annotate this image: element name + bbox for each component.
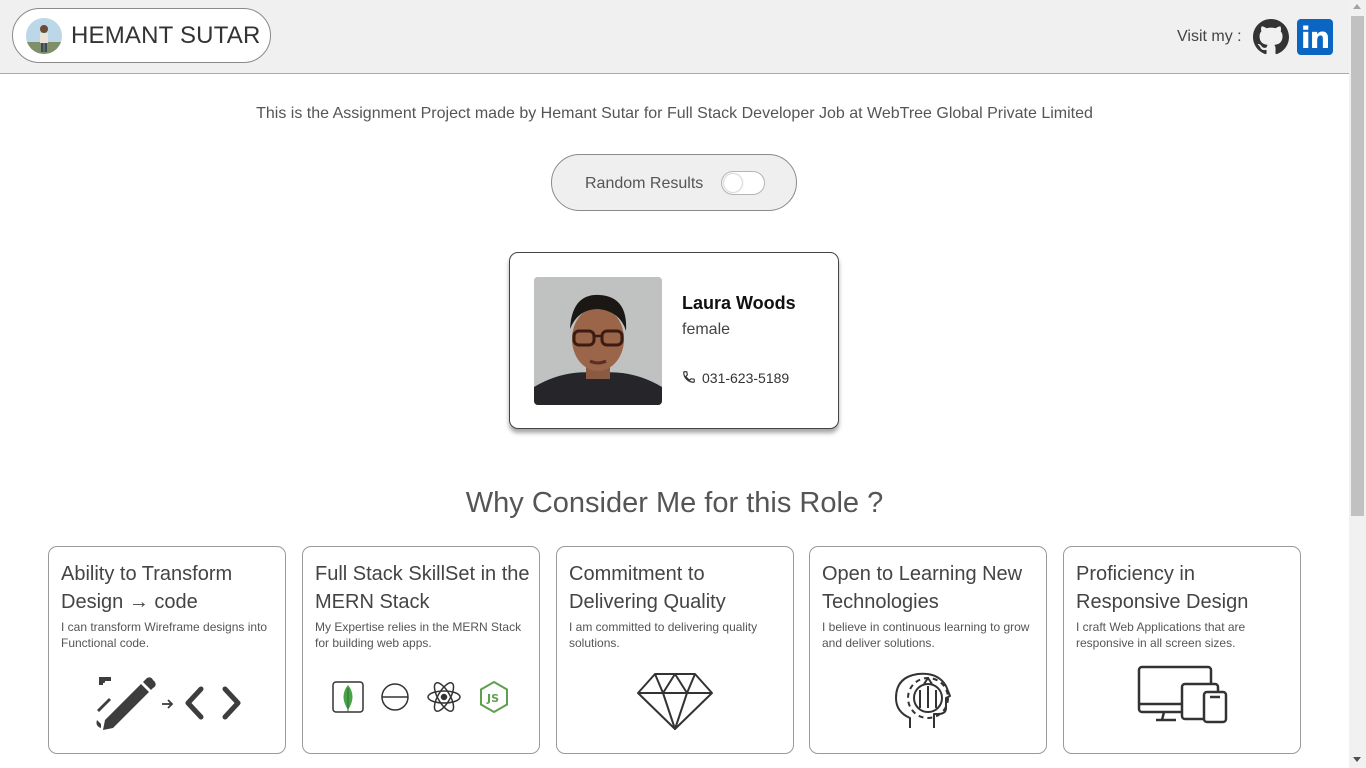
feature-card-mern-stack: Full Stack SkillSet in the MERN Stack My… xyxy=(302,546,540,754)
random-results-toggle-box: Random Results xyxy=(551,154,797,211)
feature-title: Ability to Transform Design → code xyxy=(61,563,233,613)
design-to-code-icon xyxy=(96,677,241,730)
feature-description: My Expertise relies in the MERN Stack fo… xyxy=(315,620,522,650)
random-results-label: Random Results xyxy=(585,175,704,192)
linkedin-icon[interactable]: in xyxy=(1297,19,1333,55)
diamond-icon xyxy=(637,673,713,730)
top-navbar: HEMANT SUTAR Visit my : in xyxy=(0,0,1349,74)
profile-avatar xyxy=(26,18,62,54)
user-card: Laura Woods female 031-623-5189 xyxy=(509,252,839,429)
user-gender: female xyxy=(682,321,731,338)
svg-text:JS: JS xyxy=(486,692,499,705)
head-gear-icon xyxy=(895,672,951,728)
random-results-switch[interactable] xyxy=(721,171,765,195)
feature-card-responsive: Proficiency in Responsive Design I craft… xyxy=(1063,546,1301,754)
brand-name: HEMANT SUTAR xyxy=(71,22,261,49)
feature-description: I can transform Wireframe designs into F… xyxy=(61,620,268,650)
feature-description: I believe in continuous learning to grow… xyxy=(822,620,1030,650)
react-icon xyxy=(427,682,461,712)
mongodb-icon xyxy=(332,681,364,713)
user-name: Laura Woods xyxy=(682,293,796,313)
intro-text: This is the Assignment Project made by H… xyxy=(256,105,1093,122)
feature-card-learning: Open to Learning New Technologies I beli… xyxy=(809,546,1047,754)
page-scrollbar[interactable] xyxy=(1349,0,1366,768)
visit-my-label: Visit my : xyxy=(1177,28,1242,45)
phone-icon xyxy=(683,371,695,383)
switch-knob xyxy=(724,174,742,192)
feature-title: Commitment to Delivering Quality xyxy=(569,563,726,613)
feature-description: I am committed to delivering quality sol… xyxy=(569,620,758,650)
feature-card-quality: Commitment to Delivering Quality I am co… xyxy=(556,546,794,754)
scrollbar-thumb[interactable] xyxy=(1351,16,1364,516)
scroll-down-arrow-icon[interactable] xyxy=(1353,757,1361,762)
express-icon xyxy=(381,683,409,711)
brand-pill[interactable]: HEMANT SUTAR xyxy=(12,8,271,63)
feature-title: Open to Learning New Technologies xyxy=(822,563,1023,613)
nodejs-icon: JS xyxy=(480,680,508,714)
scroll-up-arrow-icon[interactable] xyxy=(1353,4,1361,9)
section-title: Why Consider Me for this Role ? xyxy=(465,487,884,519)
user-phone: 031-623-5189 xyxy=(702,370,790,386)
feature-card-design-to-code: Ability to Transform Design → code I can… xyxy=(48,546,286,754)
feature-title: Full Stack SkillSet in the MERN Stack xyxy=(315,563,530,613)
responsive-devices-icon xyxy=(1137,665,1228,724)
github-icon[interactable] xyxy=(1253,19,1289,55)
feature-title: Proficiency in Responsive Design xyxy=(1076,563,1249,613)
mern-stack-icons: JS xyxy=(332,680,508,714)
feature-description: I craft Web Applications that are respon… xyxy=(1076,620,1246,650)
user-photo xyxy=(534,277,662,405)
